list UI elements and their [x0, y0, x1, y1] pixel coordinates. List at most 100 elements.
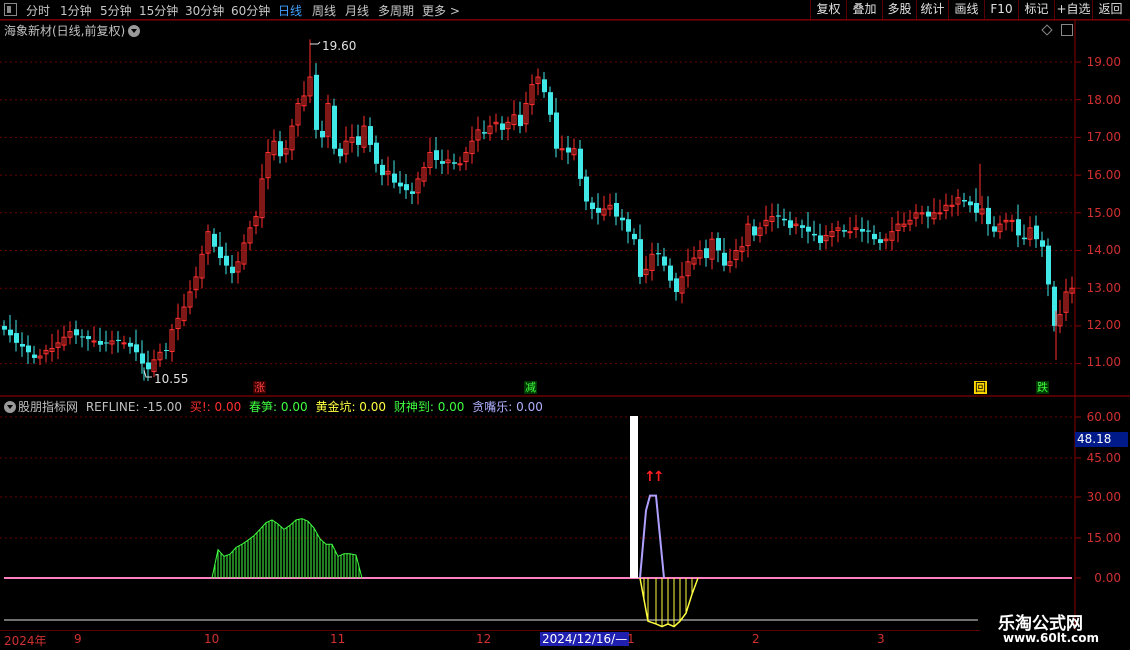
price-annotations: [143, 41, 321, 378]
candle-body-down: [374, 142, 379, 164]
signal-marker-return[interactable]: 回: [974, 381, 987, 394]
stock-title: 海象新材(日线,前复权): [4, 24, 126, 38]
current-value-badge: 48.18: [1075, 432, 1128, 447]
high-price-label: 19.60: [322, 39, 357, 53]
candle-body-down: [806, 226, 811, 232]
candle-body-down: [230, 266, 235, 274]
price-tick: 19.00: [1086, 55, 1121, 69]
price-tick: 16.00: [1086, 168, 1121, 182]
price-tick: 13.00: [1086, 281, 1121, 295]
indicator-tick: 45.00: [1086, 451, 1121, 465]
indicator-title[interactable]: 股朋指标网 REFLINE: -15.00 买!: 0.00 春笋: 0.00 …: [4, 398, 543, 415]
date-tick: 11: [330, 632, 346, 646]
panel-layout-icon[interactable]: [1061, 24, 1073, 36]
date-tick: 12: [476, 632, 492, 646]
candle-body-down: [674, 278, 679, 292]
candle-body-down: [164, 350, 169, 352]
candle-body-down: [1022, 237, 1027, 240]
candle-body-up: [91, 340, 97, 343]
candle-body-down: [620, 217, 625, 221]
candle-body-down: [590, 202, 595, 210]
candle-body-down: [356, 136, 361, 145]
candle-body-down: [500, 123, 505, 130]
candle-body-down: [434, 150, 439, 161]
candle-body-down: [116, 339, 121, 341]
candle-body-down: [74, 329, 79, 336]
caishen-value: 财神到: 0.00: [393, 400, 465, 414]
chevron-down-icon[interactable]: [128, 25, 141, 37]
signal-marker-reduce[interactable]: 减: [524, 381, 537, 394]
candle-body-up: [847, 231, 853, 234]
indicator-tick: 30.00: [1086, 490, 1121, 504]
candle-body-down: [224, 255, 229, 266]
candle-body-down: [140, 353, 145, 364]
candle-body-down: [776, 215, 781, 217]
candle-body-down: [392, 173, 397, 183]
candle-body-down: [596, 207, 601, 213]
candle-body-down: [212, 233, 217, 247]
candle-body-down: [992, 226, 997, 232]
candle-body-down: [20, 343, 25, 347]
candle-body-down: [866, 230, 871, 232]
candle-body-down: [86, 336, 91, 340]
candle-body-down: [962, 199, 967, 202]
cursor-date: 2024/12/16/—: [540, 632, 630, 646]
candle-body-down: [662, 256, 667, 266]
indicator-tick: 60.00: [1086, 410, 1121, 424]
signal-marker-fall[interactable]: 跌: [1036, 381, 1049, 394]
indicator-tick: 15.00: [1086, 531, 1121, 545]
candle-body-down: [26, 345, 31, 353]
candle-body-down: [518, 114, 523, 127]
indicator-tick: 0.00: [1094, 571, 1121, 585]
candle-body-down: [626, 219, 631, 232]
candle-body-down: [338, 148, 343, 157]
candle-body-down: [440, 161, 445, 164]
date-tick: 9: [74, 632, 82, 646]
candle-body-down: [812, 233, 817, 236]
candle-body-down: [668, 265, 673, 281]
candle-body-down: [1046, 245, 1051, 285]
candle-body-down: [482, 132, 487, 134]
candle-body-down: [1040, 240, 1045, 247]
candle-body-up: [937, 212, 943, 215]
candle-body-down: [332, 105, 337, 149]
candle-body-down: [554, 112, 559, 149]
candle-body-up: [457, 163, 463, 166]
date-axis: 2024年 9 10 11 12 2024/12/16/— 1 2 3: [0, 630, 980, 648]
candle-body-down: [782, 218, 787, 221]
tanzui-line: [639, 494, 665, 579]
chevron-down-icon[interactable]: [4, 401, 16, 413]
candle-body-down: [638, 239, 643, 277]
candle-body-down: [632, 233, 637, 240]
candle-body-down: [128, 342, 133, 347]
candle-body-down: [218, 246, 223, 259]
candle-body-down: [368, 126, 373, 145]
candle-body-down: [278, 141, 283, 157]
kline-chart[interactable]: [0, 0, 1130, 650]
candle-body-down: [98, 340, 103, 345]
candle-body-down: [974, 202, 979, 213]
price-tick: 17.00: [1086, 130, 1121, 144]
price-tick: 11.00: [1086, 355, 1121, 369]
candle-body-down: [656, 253, 661, 255]
signal-marker-rise[interactable]: 涨: [253, 381, 266, 394]
chart-title[interactable]: 海象新材(日线,前复权): [4, 22, 141, 39]
refline-value: REFLINE: -15.00: [85, 400, 182, 414]
chart-grid: [0, 19, 1130, 630]
candle-body-down: [926, 211, 931, 217]
candle-body-down: [584, 176, 589, 202]
candlestick-series: [2, 39, 1075, 381]
candle-body-down: [1016, 219, 1021, 236]
candle-body-down: [8, 329, 13, 336]
candle-body-down: [146, 362, 151, 370]
candle-body-down: [80, 336, 85, 338]
low-price-label: 10.55: [154, 372, 189, 386]
candle-body-down: [1034, 225, 1039, 240]
golden-pit-outline: [639, 577, 699, 628]
candle-body-down: [452, 162, 457, 164]
candle-body-down: [842, 230, 847, 232]
candle-body-down: [542, 79, 547, 93]
golden-pit-value: 黄金坑: 0.00: [315, 400, 387, 414]
candle-body-down: [32, 354, 37, 358]
candle-body-down: [800, 225, 805, 228]
